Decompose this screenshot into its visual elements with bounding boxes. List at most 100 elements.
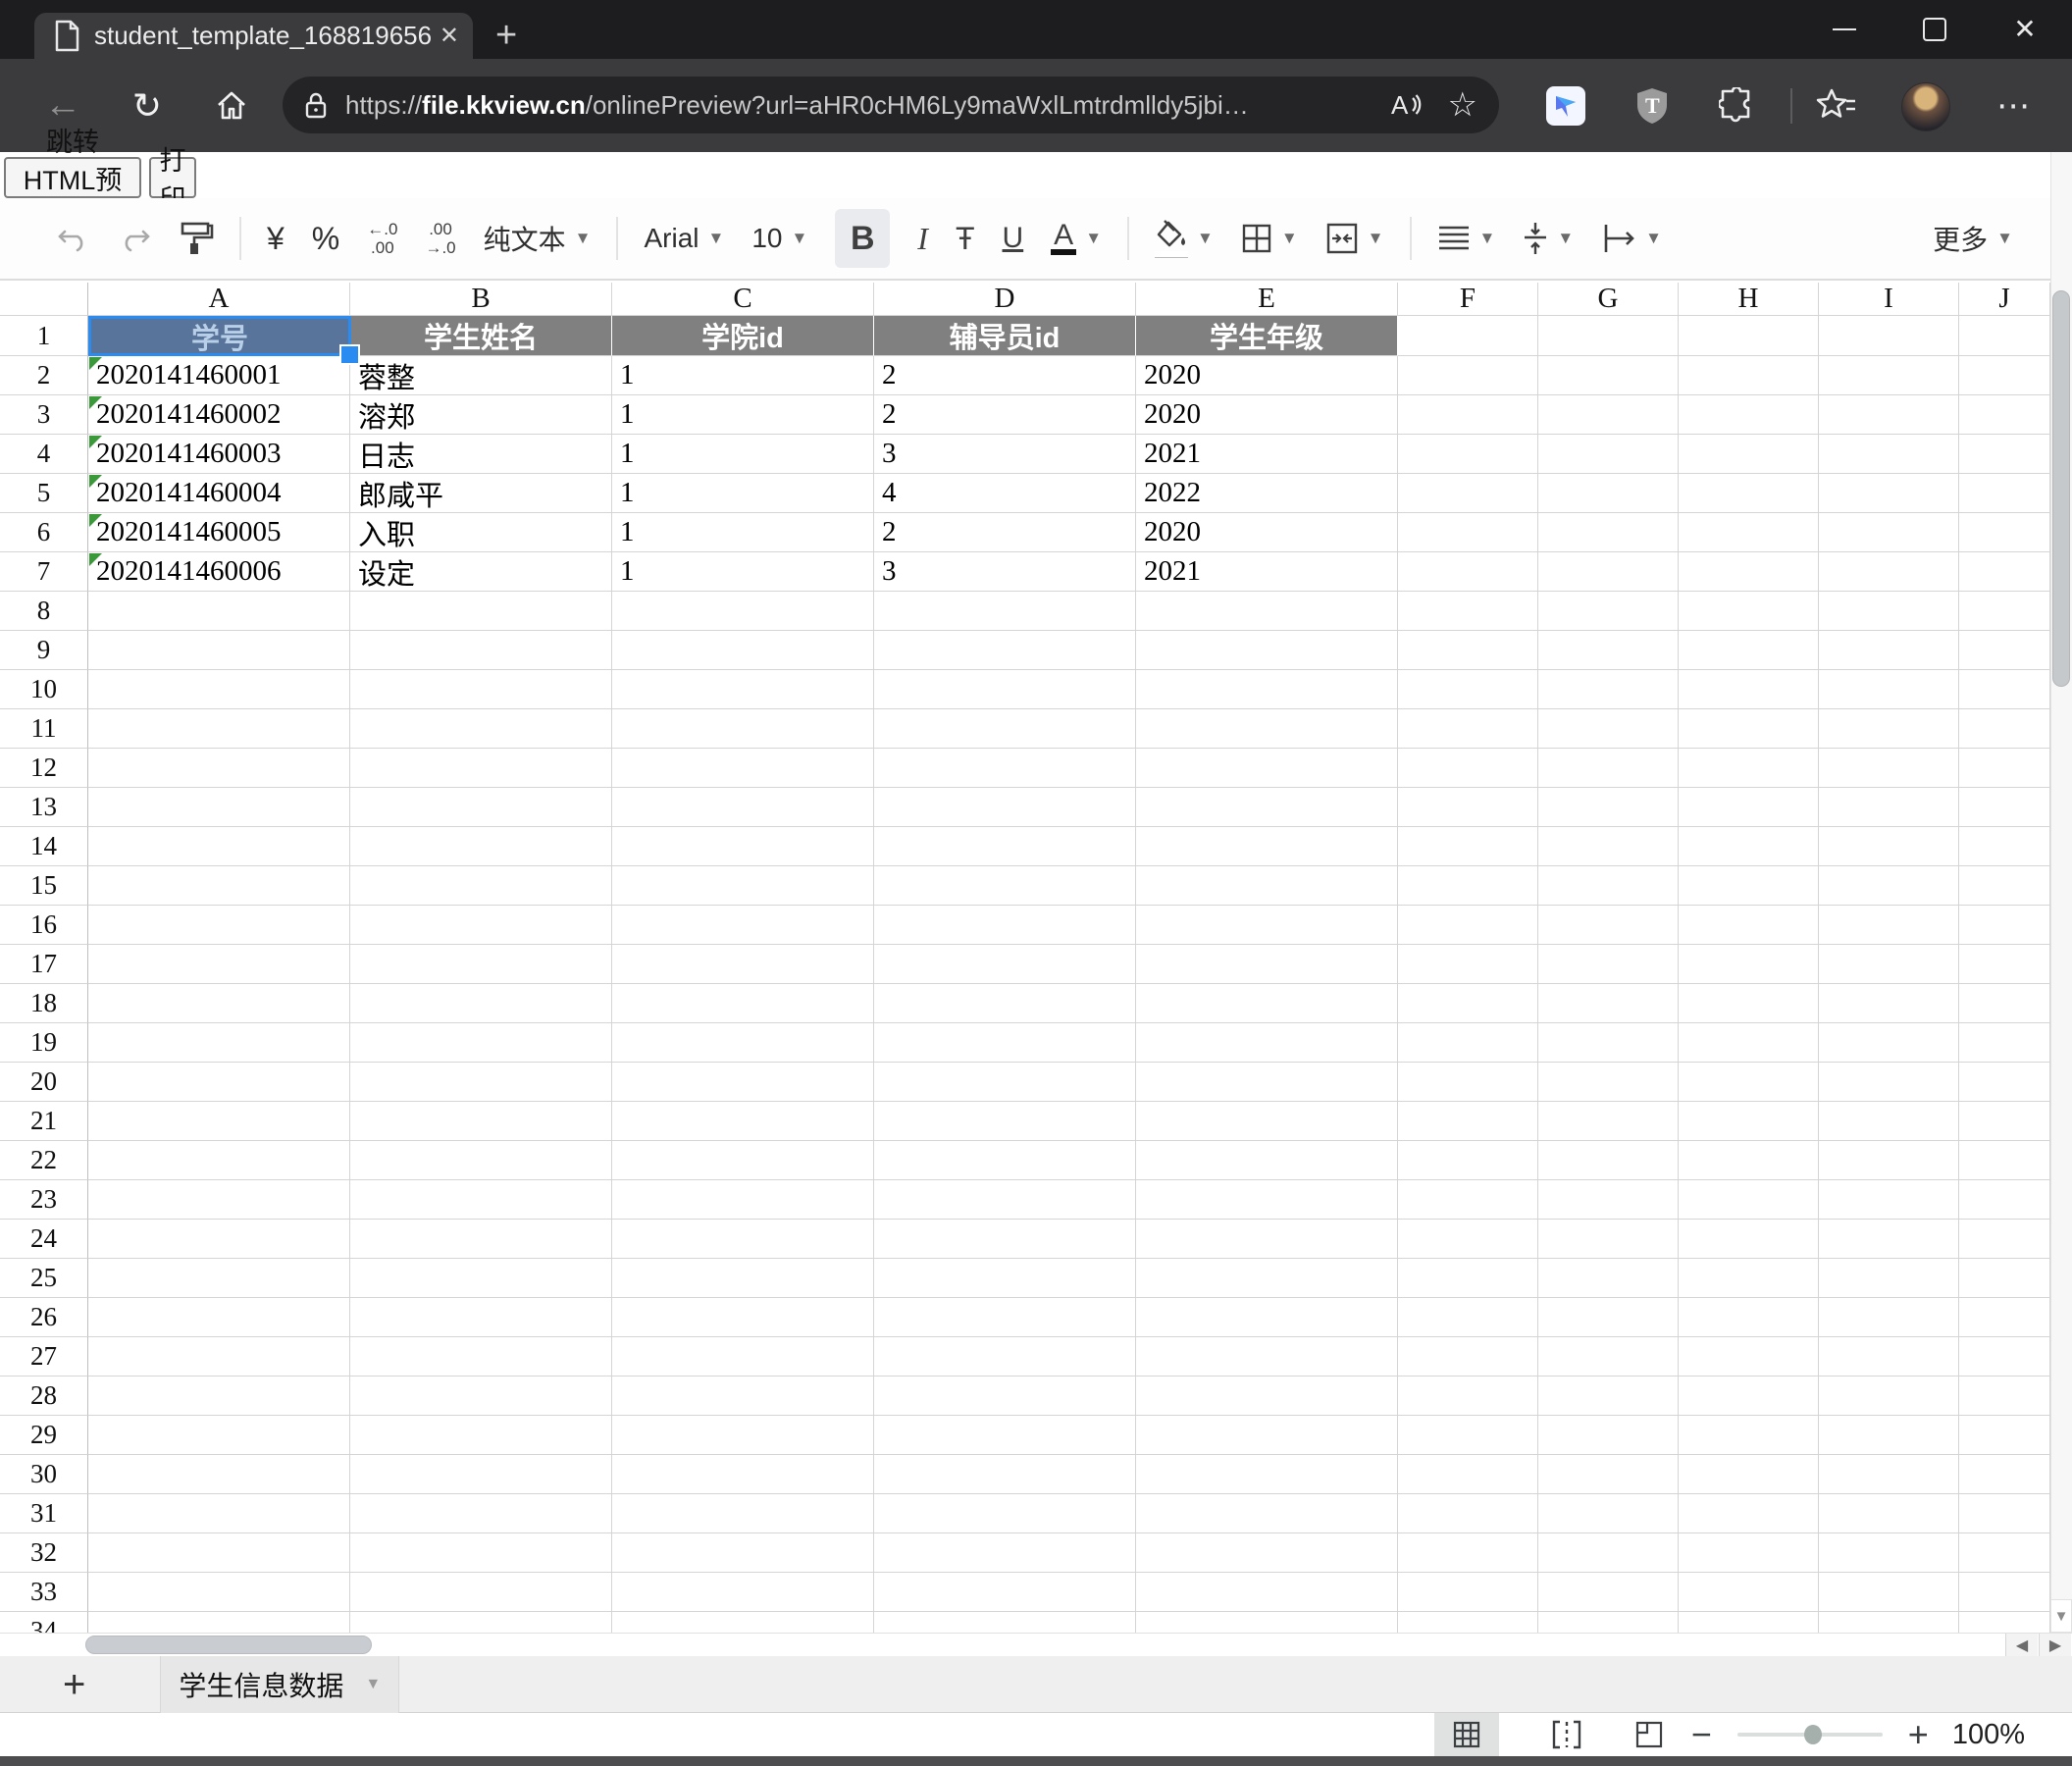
cell-C25[interactable] (612, 1259, 874, 1298)
cell-F31[interactable] (1398, 1494, 1538, 1533)
cell-D1[interactable]: 辅导员id (874, 316, 1136, 356)
cell-G20[interactable] (1538, 1063, 1679, 1102)
cell-I4[interactable] (1819, 435, 1959, 474)
cell-D25[interactable] (874, 1259, 1136, 1298)
cell-G9[interactable] (1538, 631, 1679, 670)
cell-B24[interactable] (350, 1220, 612, 1259)
cell-J25[interactable] (1959, 1259, 2050, 1298)
cell-D27[interactable] (874, 1337, 1136, 1376)
collections-icon[interactable] (1809, 59, 1864, 152)
cell-G17[interactable] (1538, 945, 1679, 984)
cell-E20[interactable] (1136, 1063, 1398, 1102)
cell-J33[interactable] (1959, 1573, 2050, 1612)
cell-J19[interactable] (1959, 1023, 2050, 1063)
number-format-dropdown[interactable]: 纯文本▼ (484, 219, 592, 258)
column-header-E[interactable]: E (1136, 283, 1398, 316)
cell-J24[interactable] (1959, 1220, 2050, 1259)
cell-J1[interactable] (1959, 316, 2050, 356)
cell-F7[interactable] (1398, 552, 1538, 592)
undo-icon[interactable] (57, 224, 90, 253)
cell-E27[interactable] (1136, 1337, 1398, 1376)
cell-I12[interactable] (1819, 749, 1959, 788)
cell-E15[interactable] (1136, 866, 1398, 906)
cell-D16[interactable] (874, 906, 1136, 945)
cell-B19[interactable] (350, 1023, 612, 1063)
cell-F18[interactable] (1398, 984, 1538, 1023)
cell-C4[interactable]: 1 (612, 435, 874, 474)
cell-D32[interactable] (874, 1533, 1136, 1573)
cell-J5[interactable] (1959, 474, 2050, 513)
row-header-5[interactable]: 5 (0, 474, 88, 513)
cell-G22[interactable] (1538, 1141, 1679, 1180)
column-header-H[interactable]: H (1679, 283, 1819, 316)
cell-H2[interactable] (1679, 356, 1819, 395)
cell-E31[interactable] (1136, 1494, 1398, 1533)
cell-I18[interactable] (1819, 984, 1959, 1023)
cell-H27[interactable] (1679, 1337, 1819, 1376)
cell-A34[interactable] (88, 1612, 350, 1633)
cell-D4[interactable]: 3 (874, 435, 1136, 474)
cell-F29[interactable] (1398, 1416, 1538, 1455)
cell-E30[interactable] (1136, 1455, 1398, 1494)
cell-C2[interactable]: 1 (612, 356, 874, 395)
cell-C3[interactable]: 1 (612, 395, 874, 435)
cell-E11[interactable] (1136, 709, 1398, 749)
bold-button[interactable]: B (835, 209, 890, 268)
favorite-star-icon[interactable]: ☆ (1448, 85, 1477, 125)
cell-J32[interactable] (1959, 1533, 2050, 1573)
cell-G34[interactable] (1538, 1612, 1679, 1633)
cell-F22[interactable] (1398, 1141, 1538, 1180)
horizontal-align-button[interactable]: ▼ (1437, 225, 1496, 252)
row-header-16[interactable]: 16 (0, 906, 88, 945)
cell-F6[interactable] (1398, 513, 1538, 552)
cell-J13[interactable] (1959, 788, 2050, 827)
cell-A28[interactable] (88, 1376, 350, 1416)
cell-G11[interactable] (1538, 709, 1679, 749)
cell-H1[interactable] (1679, 316, 1819, 356)
cell-F15[interactable] (1398, 866, 1538, 906)
row-header-7[interactable]: 7 (0, 552, 88, 592)
row-header-24[interactable]: 24 (0, 1220, 88, 1259)
cell-C11[interactable] (612, 709, 874, 749)
cell-G23[interactable] (1538, 1180, 1679, 1220)
cell-I6[interactable] (1819, 513, 1959, 552)
cell-E32[interactable] (1136, 1533, 1398, 1573)
cell-C16[interactable] (612, 906, 874, 945)
cell-B21[interactable] (350, 1102, 612, 1141)
zoom-out-button[interactable]: − (1691, 1713, 1712, 1756)
column-header-C[interactable]: C (612, 283, 874, 316)
cell-J4[interactable] (1959, 435, 2050, 474)
font-size-dropdown[interactable]: 10▼ (751, 223, 807, 254)
row-header-1[interactable]: 1 (0, 316, 88, 356)
cell-E10[interactable] (1136, 670, 1398, 709)
cell-D19[interactable] (874, 1023, 1136, 1063)
cell-D33[interactable] (874, 1573, 1136, 1612)
cell-A5[interactable]: 2020141460004 (88, 474, 350, 513)
cell-E25[interactable] (1136, 1259, 1398, 1298)
cell-D29[interactable] (874, 1416, 1136, 1455)
cell-G14[interactable] (1538, 827, 1679, 866)
cell-I2[interactable] (1819, 356, 1959, 395)
fill-color-button[interactable]: ▼ (1155, 220, 1214, 257)
sheet-list-icon[interactable] (111, 1671, 138, 1697)
vertical-scroll-down-icon[interactable]: ▼ (2050, 1599, 2072, 1633)
cell-C34[interactable] (612, 1612, 874, 1633)
row-header-2[interactable]: 2 (0, 356, 88, 395)
cell-F21[interactable] (1398, 1102, 1538, 1141)
cell-C13[interactable] (612, 788, 874, 827)
cell-D15[interactable] (874, 866, 1136, 906)
cell-H18[interactable] (1679, 984, 1819, 1023)
cell-J30[interactable] (1959, 1455, 2050, 1494)
extension-bird-icon[interactable] (1540, 59, 1591, 152)
cell-I16[interactable] (1819, 906, 1959, 945)
decrease-decimal-icon[interactable]: ←.0.00 (367, 220, 397, 257)
cell-E14[interactable] (1136, 827, 1398, 866)
cell-G1[interactable] (1538, 316, 1679, 356)
cell-A14[interactable] (88, 827, 350, 866)
cell-B1[interactable]: 学生姓名 (350, 316, 612, 356)
cell-J26[interactable] (1959, 1298, 2050, 1337)
cell-B34[interactable] (350, 1612, 612, 1633)
cell-I3[interactable] (1819, 395, 1959, 435)
cell-J21[interactable] (1959, 1102, 2050, 1141)
cell-C12[interactable] (612, 749, 874, 788)
